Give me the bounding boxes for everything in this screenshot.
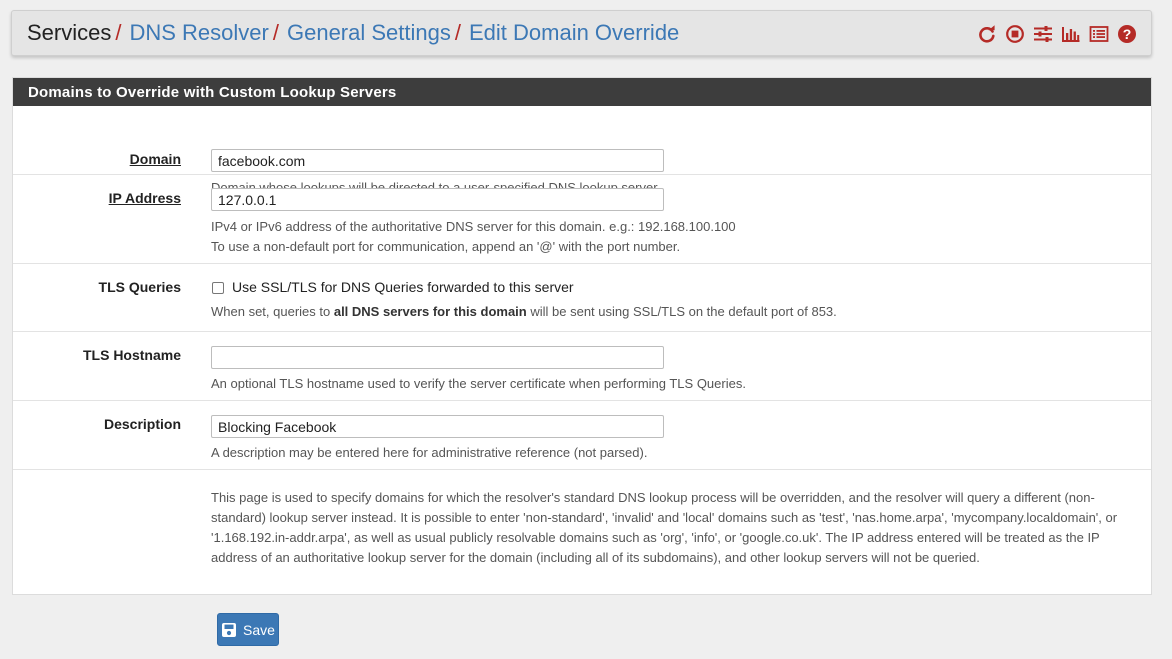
- breadcrumb-separator: /: [115, 20, 122, 45]
- ip-address-help: IPv4 or IPv6 address of the authoritativ…: [211, 219, 736, 234]
- svg-text:?: ?: [1123, 26, 1132, 42]
- info-text: This page is used to specify domains for…: [211, 490, 1118, 565]
- tls-hostname-row: TLS Hostname An optional TLS hostname us…: [13, 332, 1151, 401]
- tls-queries-help: When set, queries to all DNS servers for…: [211, 302, 837, 322]
- breadcrumb-separator: /: [454, 20, 461, 45]
- tls-hostname-label: TLS Hostname: [82, 347, 181, 363]
- page-header: Services / DNS Resolver / General Settings / E…: [11, 10, 1152, 56]
- description-input[interactable]: [211, 415, 664, 438]
- save-icon: [222, 622, 237, 637]
- description-help: A description may be entered here for ad…: [211, 445, 648, 460]
- save-button-label: Save: [243, 621, 275, 638]
- reload-icon[interactable]: [977, 24, 997, 44]
- sliders-icon[interactable]: [1033, 24, 1053, 44]
- ip-address-port-help: To use a non-default port for communicat…: [211, 239, 681, 254]
- breadcrumb-general-settings[interactable]: General Settings: [287, 20, 451, 45]
- tls-queries-label: TLS Queries: [98, 279, 181, 295]
- info-row: This page is used to specify domains for…: [13, 470, 1151, 594]
- domain-label: Domain: [129, 151, 181, 167]
- description-row: Description A description may be entered…: [13, 401, 1151, 470]
- help-icon[interactable]: ?: [1117, 24, 1137, 44]
- tls-hostname-input[interactable]: [211, 346, 664, 369]
- tls-hostname-help: An optional TLS hostname used to verify …: [211, 376, 746, 391]
- tls-queries-row: TLS Queries Use SSL/TLS for DNS Queries …: [13, 264, 1151, 332]
- breadcrumb-services: Services: [27, 20, 112, 45]
- description-label: Description: [103, 416, 181, 432]
- save-button[interactable]: Save: [217, 613, 279, 646]
- ip-address-input[interactable]: [211, 188, 664, 211]
- breadcrumb-edit-domain-override[interactable]: Edit Domain Override: [469, 20, 679, 45]
- domain-override-panel: Domains to Override with Custom Lookup S…: [12, 77, 1152, 595]
- stop-icon[interactable]: [1005, 24, 1025, 44]
- breadcrumb-dns-resolver[interactable]: DNS Resolver: [129, 20, 268, 45]
- tls-queries-checkbox-label[interactable]: Use SSL/TLS for DNS Queries forwarded to…: [232, 279, 574, 295]
- panel-title: Domains to Override with Custom Lookup S…: [13, 78, 1151, 106]
- domain-row: Domain Domain whose lookups will be dire…: [13, 106, 1151, 195]
- tls-help-text-end: will be sent using SSL/TLS on the defaul…: [526, 304, 837, 319]
- domain-input[interactable]: [211, 149, 664, 172]
- tls-help-text: When set, queries to: [211, 304, 334, 319]
- breadcrumb: Services / DNS Resolver / General Settings / E…: [27, 21, 679, 45]
- chart-icon[interactable]: [1061, 24, 1081, 44]
- list-icon[interactable]: [1089, 24, 1109, 44]
- ip-address-row: IP Address IPv4 or IPv6 address of the a…: [13, 175, 1151, 264]
- header-toolbar: ?: [977, 24, 1137, 44]
- tls-help-emphasis: all DNS servers for this domain: [333, 304, 527, 319]
- ip-address-label: IP Address: [108, 190, 181, 206]
- tls-queries-checkbox[interactable]: [212, 282, 224, 294]
- breadcrumb-separator: /: [272, 20, 279, 45]
